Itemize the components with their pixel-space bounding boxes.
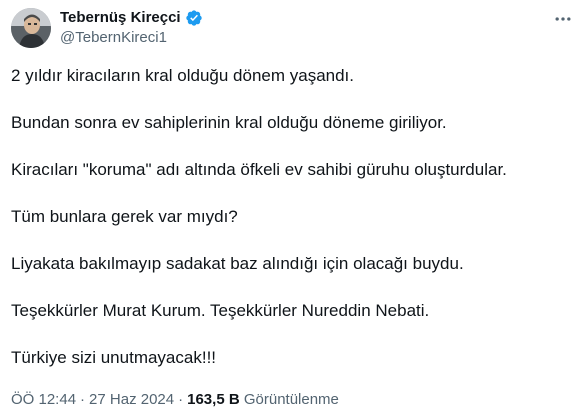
views-count[interactable]: 163,5 B [187,391,240,408]
meta-separator: · [80,391,86,408]
author-display-name[interactable]: Tebernüş Kireçci [60,8,181,28]
tweet-meta: ÖÖ 12:44 · 27 Haz 2024 · 163,5 B Görüntülenm… [11,390,339,410]
tweet-paragraph: Türkiye sizi unutmayacak!!! [11,348,217,367]
avatar-photo [11,8,51,48]
tweet-paragraph: Liyakata bakılmayıp sadakat baz alındığı… [11,254,464,273]
more-options-icon [555,17,571,21]
tweet-paragraph: Teşekkürler Murat Kurum. Teşekkürler Nur… [11,301,430,320]
tweet-paragraph: Tüm bunlara gerek var mıydı? [11,207,238,226]
author-info: Tebernüş Kireçci @TebernKireci1 [60,8,203,48]
more-options-button[interactable] [549,7,577,31]
verified-badge-icon[interactable] [185,9,203,27]
author-handle[interactable]: @TebernKireci1 [60,28,203,48]
tweet-paragraph: Bundan sonra ev sahiplerinin kral olduğu… [11,113,447,132]
author-name-row: Tebernüş Kireçci [60,8,203,28]
tweet-paragraph: 2 yıldır kiracıların kral olduğu dönem y… [11,66,355,85]
tweet-text: 2 yıldır kiracıların kral olduğu dönem y… [11,64,577,393]
tweet-date[interactable]: 27 Haz 2024 [89,391,174,408]
views-label: Görüntülenme [243,391,339,408]
tweet-card: Tebernüş Kireçci @TebernKireci1 2 yıldır… [0,0,588,417]
avatar[interactable] [11,8,51,48]
meta-separator: · [178,391,184,408]
tweet-paragraph: Kiracıları "koruma" adı altında öfkeli e… [11,160,507,179]
tweet-time[interactable]: ÖÖ 12:44 [11,391,76,408]
